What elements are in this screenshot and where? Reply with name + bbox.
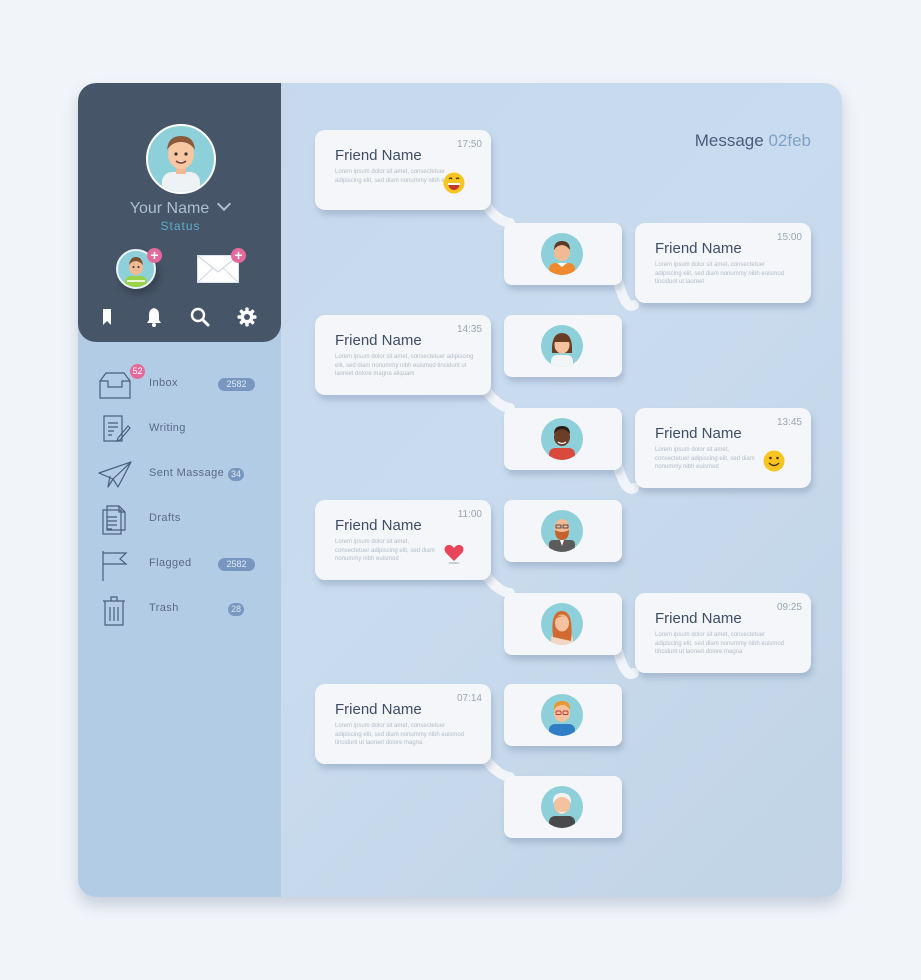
contact-card[interactable] (504, 500, 622, 562)
user-status[interactable]: Status (148, 219, 213, 233)
man-avatar-icon (162, 136, 200, 192)
flag-icon (102, 551, 128, 581)
count-badge: 34 (228, 468, 244, 481)
profile-panel: Your Name Status + + (78, 83, 281, 342)
sidebar-item-trash[interactable]: Trash 28 (98, 594, 263, 626)
title-text: Message (694, 131, 764, 150)
red-hair-woman-avatar-icon (551, 611, 573, 645)
contact-avatar (541, 325, 583, 367)
contact-card[interactable] (504, 223, 622, 285)
notifications-button[interactable] (142, 305, 166, 329)
sidebar-item-label: Sent Massage (149, 467, 225, 479)
message-bubble[interactable]: Friend Name 11:00 Lorem ipsum dolor sit … (315, 500, 491, 580)
chevron-down-icon (217, 196, 232, 212)
message-preview: Lorem ipsum dolor sit amet, consectetuer… (335, 354, 474, 377)
sidebar-item-inbox[interactable]: 52 Inbox 2582 (98, 364, 263, 401)
sender-name: Friend Name (335, 701, 422, 718)
user-name-dropdown[interactable]: Your Name (78, 196, 281, 218)
heart-emoji-icon (444, 544, 464, 564)
sidebar-item-flagged[interactable]: Flagged 2582 (98, 549, 263, 581)
sidebar-item-label: Flagged (149, 557, 192, 569)
sender-name: Friend Name (335, 147, 422, 164)
connector-line (613, 647, 639, 679)
contact-card[interactable] (504, 408, 622, 470)
laughing-emoji-icon (443, 172, 465, 194)
unread-badge: 52 (130, 364, 145, 379)
elderly-man-avatar-icon (549, 793, 575, 828)
sidebar-item-writing[interactable]: Writing (98, 414, 263, 446)
paper-plane-icon (98, 461, 132, 488)
sender-name: Friend Name (655, 240, 742, 257)
writing-icon (103, 415, 131, 442)
dark-skin-boy-avatar-icon (549, 426, 575, 460)
trash-icon (103, 596, 125, 626)
drafts-icon (102, 505, 126, 535)
message-time: 14:35 (456, 324, 482, 335)
sidebar-item-label: Trash (149, 602, 179, 614)
contact-avatar (541, 694, 583, 736)
page-title: Message 02feb (695, 131, 811, 151)
message-bubble[interactable]: Friend Name 17:50 Lorem ipsum dolor sit … (315, 130, 491, 210)
count-badge: 28 (228, 603, 244, 616)
message-preview: Lorem ipsum dolor sit amet, consectetuer… (655, 447, 755, 470)
message-bubble[interactable]: Friend Name 07:14 Lorem ipsum dolor sit … (315, 684, 491, 764)
sidebar-item-sent[interactable]: Sent Massage 34 (98, 459, 263, 491)
count-badge: 2582 (218, 378, 255, 391)
gear-icon (237, 307, 257, 327)
message-time: 09:25 (776, 602, 802, 613)
man-glasses-blue-shirt-avatar-icon (549, 701, 575, 736)
message-bubble[interactable]: Friend Name 09:25 Lorem ipsum dolor sit … (635, 593, 811, 673)
bookmark-button[interactable] (96, 305, 120, 329)
contact-card[interactable] (504, 776, 622, 838)
contact-avatar (541, 603, 583, 645)
message-preview: Lorem ipsum dolor sit amet, consectetuer… (655, 632, 785, 655)
new-message-plus-icon: + (231, 248, 246, 263)
girl-brown-hair-avatar-icon (551, 333, 573, 367)
search-icon (190, 307, 210, 327)
sender-name: Friend Name (335, 332, 422, 349)
contact-avatar (541, 233, 583, 275)
message-time: 17:50 (456, 139, 482, 150)
message-preview: Lorem ipsum dolor sit amet, consectetuer… (655, 262, 785, 285)
add-contact-plus-icon: + (147, 248, 162, 263)
boy-orange-shirt-avatar-icon (549, 241, 575, 275)
count-badge: 2582 (218, 558, 255, 571)
inbox-icon (99, 372, 131, 399)
contact-card[interactable] (504, 684, 622, 746)
contact-card[interactable] (504, 593, 622, 655)
sender-name: Friend Name (655, 425, 742, 442)
user-name: Your Name (129, 200, 210, 217)
sidebar-item-label: Writing (149, 422, 186, 434)
bookmark-icon (103, 309, 111, 325)
search-button[interactable] (188, 305, 212, 329)
sidebar-item-label: Inbox (149, 377, 178, 389)
message-time: 07:14 (456, 693, 482, 704)
contact-avatar (541, 510, 583, 552)
title-date: 02feb (768, 131, 811, 150)
contact-avatar (541, 786, 583, 828)
sender-name: Friend Name (655, 610, 742, 627)
sidebar: Your Name Status + + 52 Inbox 2582 Writi… (78, 83, 281, 897)
bearded-man-glasses-avatar-icon (549, 519, 575, 552)
sidebar-item-label: Drafts (149, 512, 181, 524)
connector-line (613, 276, 639, 311)
bell-icon (147, 308, 161, 327)
message-time: 11:00 (457, 509, 482, 520)
message-bubble[interactable]: Friend Name 13:45 Lorem ipsum dolor sit … (635, 408, 811, 488)
message-bubble[interactable]: Friend Name 14:35 Lorem ipsum dolor sit … (315, 315, 491, 395)
connector-line (613, 462, 639, 494)
contact-card[interactable] (504, 315, 622, 377)
sidebar-item-drafts[interactable]: Drafts (98, 504, 263, 536)
message-time: 13:45 (776, 417, 802, 428)
smiley-emoji-icon (763, 450, 785, 472)
mail-app-window: Your Name Status + + 52 Inbox 2582 Writi… (78, 83, 842, 897)
message-preview: Lorem ipsum dolor sit amet, consectetuer… (335, 723, 465, 746)
message-time: 15:00 (776, 232, 802, 243)
user-avatar[interactable] (146, 124, 216, 194)
settings-button[interactable] (235, 305, 259, 329)
message-bubble[interactable]: Friend Name 15:00 Lorem ipsum dolor sit … (635, 223, 811, 303)
message-preview: Lorem ipsum dolor sit amet, consectetuer… (335, 539, 435, 562)
contact-avatar (541, 418, 583, 460)
sender-name: Friend Name (335, 517, 422, 534)
